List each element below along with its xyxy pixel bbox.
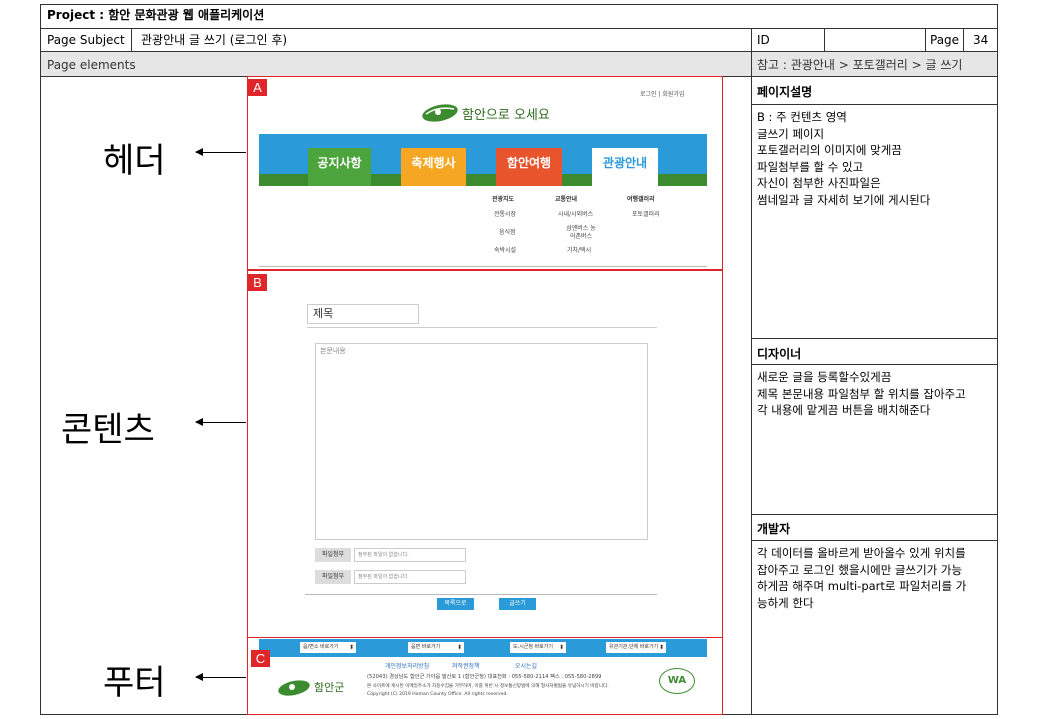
footer-label: 푸터 xyxy=(103,663,166,703)
submenu-item[interactable]: 삼엔버스 농어촌버스 xyxy=(566,225,596,241)
submenu-item[interactable]: 음식점 xyxy=(499,229,516,237)
logo-text: 함안으로 오세요 xyxy=(462,108,550,123)
footer-address: (52043) 경상남도 함안군 가야읍 말산로 1 (함안군청) 대표전화 :… xyxy=(367,674,602,680)
divider xyxy=(824,28,825,51)
nav-tab-notice[interactable]: 공지사항 xyxy=(308,148,371,186)
arrow-icon xyxy=(195,418,246,426)
submenu-title: 관광지도 xyxy=(492,196,515,203)
divider xyxy=(752,514,998,515)
privacy-link[interactable]: 개인정보처리방침 xyxy=(385,663,429,671)
content-label: 콘텐츠 xyxy=(61,410,155,450)
divider xyxy=(752,338,998,339)
page-elements-label: Page elements xyxy=(47,58,136,72)
file-input[interactable]: 첨부된 파일이 없습니다. xyxy=(354,570,466,584)
marker-b: B xyxy=(248,274,267,291)
file-label: 파일첨부 xyxy=(315,570,351,584)
developer-title: 개발자 xyxy=(757,522,791,536)
file-label: 파일첨부 xyxy=(315,548,351,562)
logo-leaf-icon xyxy=(420,100,460,124)
project-title: Project : 함안 문화관광 웹 애플리케이션 xyxy=(47,8,265,22)
divider xyxy=(752,540,998,541)
write-button[interactable]: 글쓰기 xyxy=(499,598,536,610)
submenu-item[interactable]: 숙박시설 xyxy=(494,247,516,255)
footer-logo-leaf-icon xyxy=(276,676,312,698)
submenu-title: 교통안내 xyxy=(555,196,578,203)
submenu-item[interactable]: 전통시장 xyxy=(494,211,516,219)
page-label: Page xyxy=(930,33,960,47)
header-label: 헤더 xyxy=(103,141,166,181)
nav-tab-travel[interactable]: 함안여행 xyxy=(496,148,562,186)
divider xyxy=(751,28,752,715)
divider xyxy=(925,28,926,51)
footer-copyright: Copyright (C) 2019 Haman County Office. … xyxy=(367,692,508,697)
login-link[interactable]: 로그인 | 회원가입 xyxy=(640,91,685,99)
divider xyxy=(752,364,998,365)
page-number: 34 xyxy=(973,33,989,47)
directions-link[interactable]: 오시는길 xyxy=(515,663,537,671)
body-textarea[interactable]: 본문내용 xyxy=(315,343,648,540)
divider xyxy=(752,104,998,105)
web-accessibility-badge: WA xyxy=(659,668,695,694)
divider xyxy=(963,28,964,51)
page-subject: 관광안내 글 쓰기 (로그인 후) xyxy=(141,33,288,47)
footer-notice: 본 사이트에 게시된 이메일주소가 자동수집을 거부하며, 이를 위반 시 정보… xyxy=(367,684,609,689)
developer-text: 각 데이터를 올바르게 받아올수 있게 위치를 잡아주고 로그인 했을시에만 글… xyxy=(757,546,967,610)
file-input[interactable]: 첨부된 파일이 없습니다. xyxy=(354,548,466,562)
desc-title: 페이지설명 xyxy=(757,85,813,99)
nav-tab-festival[interactable]: 축제행사 xyxy=(401,148,466,186)
submenu-title: 여행갤러리 xyxy=(627,196,655,203)
marker-a: A xyxy=(248,79,267,96)
arrow-icon xyxy=(195,673,246,681)
divider xyxy=(307,327,657,328)
footer-select[interactable]: 유관기관,단체 바로가기 xyxy=(606,642,666,653)
id-label: ID xyxy=(757,33,770,47)
footer-logo-text: 함안군 xyxy=(314,681,345,694)
copyright-link[interactable]: 저작권정책 xyxy=(452,663,480,671)
footer-select[interactable]: 읍/면소 바로가기 xyxy=(300,642,356,653)
nav-tab-tourism[interactable]: 관광안내 xyxy=(592,148,658,186)
divider xyxy=(305,594,657,595)
submenu-item[interactable]: 시내/시외버스 xyxy=(558,211,593,219)
designer-text: 새로운 글을 등록할수있게끔 제목 본문내용 파일첨부 할 위치를 잡아주고 각… xyxy=(757,370,966,417)
reference-path: 참고 : 관광안내 > 포토갤러리 > 글 쓰기 xyxy=(757,58,963,72)
submenu-item[interactable]: 포토갤러리 xyxy=(632,211,660,219)
page-elements-bar xyxy=(41,52,751,76)
title-input[interactable]: 제목 xyxy=(307,304,419,324)
footer-select[interactable]: 도,시군청 바로가기 xyxy=(510,642,566,653)
list-button[interactable]: 목록으로 xyxy=(437,598,474,610)
submenu-item[interactable]: 기차/택시 xyxy=(567,247,591,255)
arrow-icon xyxy=(195,148,246,156)
page-subject-label: Page Subject xyxy=(47,33,125,47)
footer-select[interactable]: 읍면 바로가기 xyxy=(408,642,464,653)
marker-c: C xyxy=(251,650,270,667)
divider xyxy=(131,28,132,51)
divider xyxy=(40,28,998,29)
designer-title: 디자이너 xyxy=(757,347,802,361)
divider xyxy=(259,266,707,267)
desc-text: B : 주 컨텐츠 영역 글쓰기 페이지 포토갤러리의 이미지에 맞게끔 파일첨… xyxy=(757,110,931,207)
